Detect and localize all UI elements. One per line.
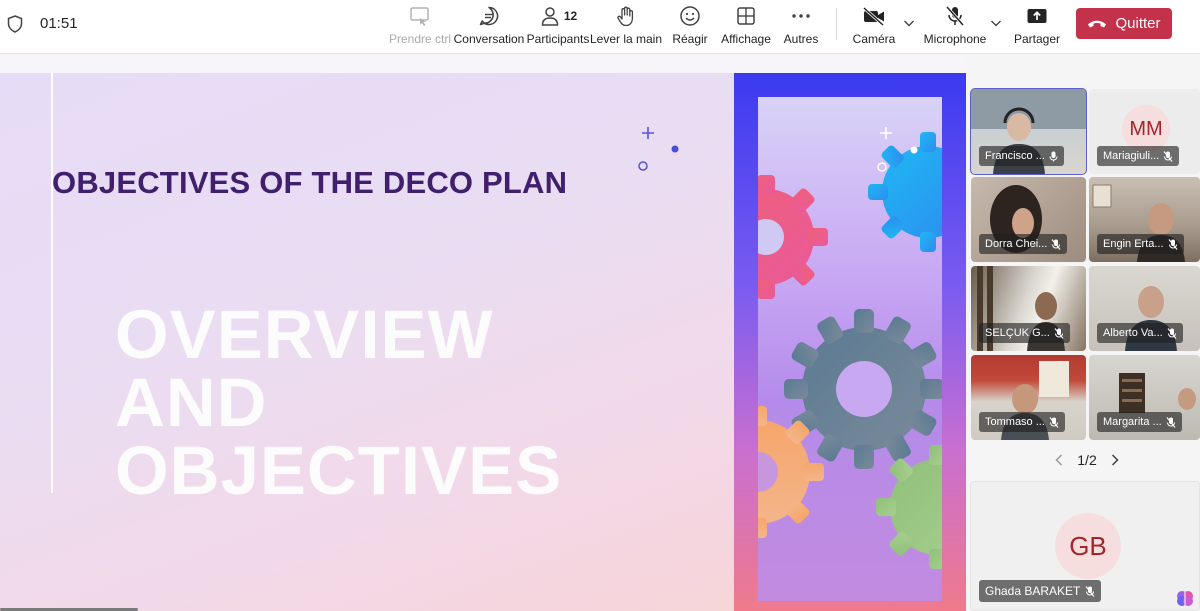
next-page-chevron-right-icon[interactable] <box>1108 453 1122 467</box>
mic-off-icon <box>1051 238 1061 250</box>
participant-tile[interactable]: MM Mariagiuli... <box>1089 89 1200 174</box>
toolbar-divider <box>836 8 837 40</box>
participant-name: SELÇUK G... <box>985 327 1050 339</box>
microphone-label: Microphone <box>923 32 987 46</box>
mic-off-icon <box>1049 416 1059 428</box>
mic-off-icon <box>1167 327 1177 339</box>
participant-name-tag: Francisco ... <box>979 146 1064 166</box>
participant-tile[interactable]: Francisco ... <box>970 88 1087 175</box>
gallery-pager: 1/2 <box>1052 450 1122 470</box>
participant-name-tag: Mariagiuli... <box>1097 146 1180 166</box>
featured-participant-tile[interactable]: GB Ghada BARAKET <box>970 481 1200 611</box>
participant-name-tag: Engin Erta... <box>1097 234 1184 254</box>
more-dots-icon <box>790 3 812 29</box>
gear-artwork <box>758 97 942 601</box>
participant-name-tag: Tommaso ... <box>979 412 1065 432</box>
gear-artwork-frame <box>734 73 966 611</box>
participant-name: Ghada BARAKET <box>985 584 1081 598</box>
react-label: Réagir <box>672 32 708 46</box>
presentation-slide: OBJECTIVES OF THE DECO PLAN OVERVIEW AND… <box>0 73 966 611</box>
participants-icon-wrap: 12 <box>539 3 577 29</box>
raise-hand-label: Lever la main <box>589 32 663 46</box>
slide-heading-line-3: OBJECTIVES <box>115 432 563 509</box>
camera-button[interactable]: Caméra <box>852 3 896 49</box>
participant-tile[interactable]: Alberto Va... <box>1089 266 1200 351</box>
mic-off-icon <box>944 3 966 29</box>
participant-name-tag: SELÇUK G... <box>979 323 1070 343</box>
participants-button[interactable]: 12 Participants <box>527 3 589 49</box>
participant-name: Tommaso ... <box>985 416 1045 428</box>
react-button[interactable]: Réagir <box>670 3 710 49</box>
more-button[interactable]: Autres <box>782 3 820 49</box>
view-label: Affichage <box>721 32 771 46</box>
participant-tile[interactable]: SELÇUK G... <box>971 266 1086 351</box>
sparkle-decoration <box>638 127 679 171</box>
camera-label: Caméra <box>852 32 896 46</box>
raise-hand-button[interactable]: Lever la main <box>589 3 663 49</box>
hand-icon <box>615 3 637 29</box>
brain-icon[interactable] <box>1175 588 1195 608</box>
mic-off-icon <box>1166 416 1176 428</box>
share-tray-icon <box>1026 3 1048 29</box>
camera-options-chevron-down-icon[interactable] <box>902 16 916 30</box>
previous-page-chevron-left-icon[interactable] <box>1052 453 1066 467</box>
participant-name: Francisco ... <box>985 150 1045 162</box>
leave-label: Quitter <box>1115 15 1161 32</box>
participant-tile[interactable]: Dorra Chei... <box>971 177 1086 262</box>
take-control-label: Prendre ctrl <box>388 32 452 46</box>
hang-up-icon <box>1088 20 1107 27</box>
meeting-toolbar: 01:51 Prendre ctrl Conversation 12 Parti… <box>0 0 1200 54</box>
participant-name-tag: Margarita ... <box>1097 412 1182 432</box>
participants-label: Participants <box>526 32 590 46</box>
participant-name: Dorra Chei... <box>985 238 1048 250</box>
participant-name: Mariagiuli... <box>1103 150 1160 162</box>
chat-label: Conversation <box>453 32 525 46</box>
slide-heading: OVERVIEW AND OBJECTIVES <box>115 296 563 509</box>
gears-illustration <box>758 127 942 569</box>
participant-name: Margarita ... <box>1103 416 1162 428</box>
take-control-icon <box>409 3 431 29</box>
meeting-timer: 01:51 <box>40 15 78 32</box>
more-label: Autres <box>783 32 819 46</box>
leave-meeting-button[interactable]: Quitter <box>1076 8 1172 39</box>
smiley-icon <box>679 3 701 29</box>
chat-button[interactable]: Conversation <box>453 3 525 49</box>
microphone-button[interactable]: Microphone <box>924 3 986 49</box>
view-button[interactable]: Affichage <box>720 3 772 49</box>
participant-name: Alberto Va... <box>1103 327 1163 339</box>
chat-icon <box>478 3 500 29</box>
slide-title: OBJECTIVES OF THE DECO PLAN <box>52 165 568 200</box>
microphone-options-chevron-down-icon[interactable] <box>989 16 1003 30</box>
mic-off-icon <box>1168 238 1177 250</box>
shared-content-stage: OBJECTIVES OF THE DECO PLAN OVERVIEW AND… <box>0 54 966 611</box>
participant-name-tag: Dorra Chei... <box>979 234 1068 254</box>
share-button[interactable]: Partager <box>1014 3 1060 49</box>
participant-count: 12 <box>563 9 578 23</box>
camera-off-icon <box>862 3 886 29</box>
mic-off-icon <box>1054 327 1064 339</box>
slide-heading-line-2: AND <box>115 364 268 441</box>
mic-off-icon <box>1163 150 1173 162</box>
slide-heading-line-1: OVERVIEW <box>115 296 494 373</box>
avatar: GB <box>1055 513 1121 579</box>
take-control-button[interactable]: Prendre ctrl <box>388 3 452 49</box>
grid-view-icon <box>735 3 757 29</box>
participant-name-tag: Ghada BARAKET <box>979 580 1102 602</box>
page-indicator: 1/2 <box>1077 452 1097 468</box>
participant-tile[interactable]: Engin Erta... <box>1089 177 1200 262</box>
person-icon <box>541 7 559 26</box>
participant-tile[interactable]: Tommaso ... <box>971 355 1086 440</box>
participant-name-tag: Alberto Va... <box>1097 323 1183 343</box>
share-label: Partager <box>1013 32 1061 46</box>
participant-name: Engin Erta... <box>1103 238 1164 250</box>
mic-off-icon <box>1085 585 1095 597</box>
slide-vertical-divider <box>51 73 53 493</box>
mic-icon <box>1049 151 1058 161</box>
participant-tile[interactable]: Margarita ... <box>1089 355 1200 440</box>
shield-icon <box>7 15 23 33</box>
